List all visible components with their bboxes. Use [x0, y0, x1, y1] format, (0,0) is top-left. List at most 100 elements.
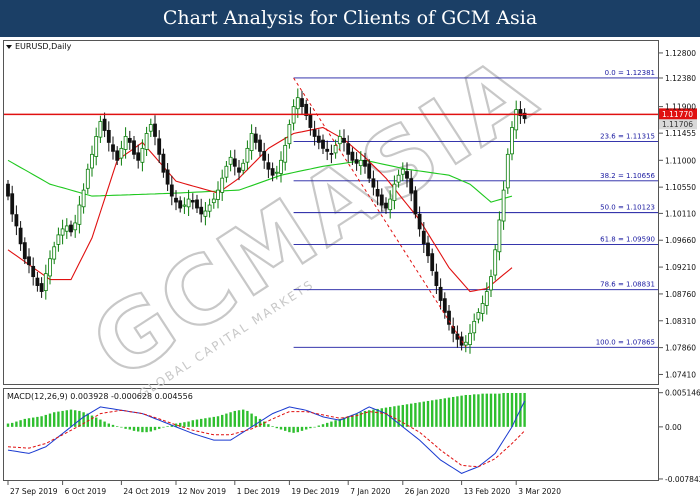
macd-histogram-bar: [384, 407, 388, 427]
candle-body: [73, 222, 78, 231]
candle-body: [224, 165, 229, 178]
macd-histogram-bar: [473, 394, 476, 427]
candle-body: [270, 168, 275, 176]
macd-histogram-bar: [229, 412, 232, 427]
candle-body: [438, 286, 443, 301]
watermark-main-text: GCMASIA: [74, 37, 556, 400]
fib-level-label: 61.8 = 1.09590: [600, 235, 655, 243]
macd-histogram-bar: [305, 426, 308, 430]
chart-canvas: GCMASIA GLOBAL CAPITAL MARKETS 0.0 = 1.1…: [3, 37, 700, 496]
candle-body: [426, 242, 430, 257]
candle-body: [388, 198, 393, 211]
macd-histogram-bar: [414, 402, 417, 427]
candle-body: [505, 153, 510, 189]
macd-histogram-bar: [61, 410, 64, 427]
macd-histogram-bar: [481, 393, 484, 427]
macd-histogram-bar: [523, 392, 526, 427]
candle-body: [354, 159, 359, 164]
macd-histogram-bar: [326, 422, 329, 427]
candle-body: [6, 183, 10, 197]
macd-histogram-bar: [65, 410, 68, 427]
price-axis: 1.12800 1.12380 1.11900 1.11455 1.11000 1.105…: [659, 49, 696, 379]
fib-level-label: 78.6 = 1.08831: [600, 281, 655, 289]
candle-body: [148, 124, 153, 132]
candle-body: [186, 198, 191, 208]
price-tick-label: 1.10110: [665, 209, 696, 218]
date-tick-label: 6 Oct 2019: [65, 487, 107, 496]
macd-histogram-bar: [27, 418, 31, 427]
price-tick-label: 1.11000: [665, 156, 696, 165]
candle-body: [157, 138, 162, 155]
symbol-dropdown-icon[interactable]: [6, 45, 12, 49]
candle-body: [203, 210, 208, 217]
macd-histogram-bar: [78, 410, 81, 427]
candle-body: [64, 225, 69, 232]
macd-histogram-bar: [221, 414, 224, 427]
macd-histogram-bar: [376, 408, 379, 427]
macd-histogram-bar: [300, 426, 304, 431]
candle-body: [10, 193, 15, 215]
price-tick-label: 1.11455: [665, 129, 696, 138]
candle-body: [337, 136, 342, 145]
macd-histogram-bar: [141, 426, 144, 433]
fib-level-label: 38.2 = 1.10656: [600, 172, 655, 180]
macd-panel-frame: [3, 388, 659, 481]
candle-body: [216, 189, 220, 200]
candle-body: [102, 118, 107, 131]
macd-histogram-bar: [363, 410, 367, 427]
candle-body: [27, 256, 31, 266]
candle-body: [400, 168, 405, 175]
macd-histogram-bar: [19, 420, 22, 427]
candle-body: [220, 177, 225, 193]
candle-body: [94, 136, 99, 157]
macd-histogram-bar: [422, 401, 425, 427]
candle-body: [178, 200, 183, 209]
macd-histogram-bar: [410, 403, 413, 427]
candle-body: [392, 183, 397, 201]
candle-body: [384, 202, 388, 209]
macd-line: [7, 400, 526, 474]
candle-body: [468, 332, 472, 346]
macd-histogram-bar: [405, 404, 409, 427]
candle-body: [258, 139, 262, 152]
date-tick-label: 26 Jan 2020: [405, 487, 450, 496]
macd-histogram-bar: [11, 422, 14, 427]
fib-level-label: 100.0 = 1.07865: [596, 338, 655, 346]
macd-histogram-bar: [506, 392, 509, 427]
candle-body: [253, 133, 258, 143]
symbol-label: EURUSD,Daily: [15, 42, 72, 51]
candle-body: [190, 200, 195, 203]
date-axis: 27 Sep 2019 6 Oct 2019 24 Oct 2019 12 Nov 2…: [7, 481, 561, 496]
price-tick-label: 1.12800: [665, 49, 696, 58]
candle-body: [106, 129, 111, 143]
candle-body: [367, 163, 372, 179]
macd-histogram-bar: [40, 416, 43, 427]
candle-body: [77, 204, 82, 225]
candle-body: [501, 189, 506, 222]
candle-body: [241, 162, 246, 171]
macd-histogram-bar: [435, 399, 438, 427]
candle-body: [396, 174, 401, 183]
macd-histogram-bar: [166, 426, 169, 427]
macd-histogram-bar: [132, 426, 136, 431]
price-tick-label: 1.09210: [665, 263, 696, 272]
macd-histogram-bar: [456, 396, 459, 427]
macd-histogram-bar: [468, 394, 472, 427]
macd-histogram-bar: [111, 424, 115, 427]
macd-histogram-bar: [124, 426, 127, 429]
price-tick-label: 1.12380: [665, 74, 696, 83]
macd-histogram-bar: [515, 392, 518, 427]
candle-body: [249, 133, 254, 152]
candle-body: [144, 133, 149, 150]
candle-body: [14, 214, 19, 227]
candle-body: [115, 150, 120, 161]
macd-histogram-bar: [36, 416, 39, 427]
macd-histogram-bar: [149, 426, 152, 432]
candle-body: [39, 283, 44, 292]
candle-body: [81, 189, 86, 208]
macd-histogram-bar: [137, 426, 140, 432]
candle-body: [510, 127, 514, 155]
price-tick-label: 1.10550: [665, 183, 696, 192]
macd-histogram-bar: [334, 420, 337, 427]
macd-histogram-bar: [162, 426, 165, 428]
